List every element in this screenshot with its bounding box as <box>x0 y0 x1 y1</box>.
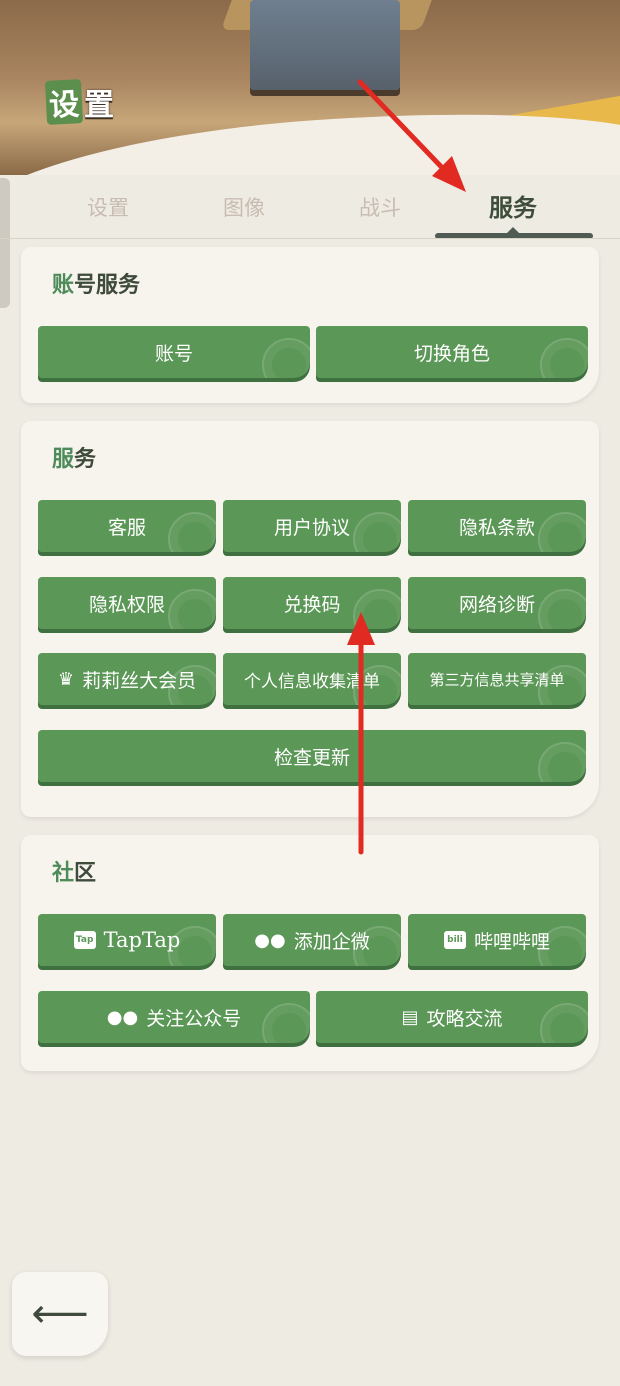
tab-divider <box>0 238 620 239</box>
wechat-icon: ●● <box>254 929 286 951</box>
back-button[interactable]: ⟵ <box>12 1272 108 1356</box>
tab-graphics[interactable]: 图像 <box>176 185 312 233</box>
crown-icon: ♛ <box>57 668 75 690</box>
switch-character-label: 切换角色 <box>413 342 490 365</box>
account-button-label: 账号 <box>154 342 193 365</box>
page-title-badge: 设 <box>44 79 84 125</box>
page-title-rest: 置 <box>84 88 114 123</box>
bilibili-button[interactable]: bili 哔哩哔哩 <box>408 914 586 966</box>
back-arrow-icon: ⟵ <box>31 1291 89 1337</box>
account-button[interactable]: 账号 <box>38 326 310 378</box>
privacy-terms-button[interactable]: 隐私条款 <box>408 500 586 552</box>
follow-official-account-button[interactable]: ●● 关注公众号 <box>38 991 310 1043</box>
check-update-label: 检查更新 <box>273 746 350 769</box>
add-wecom-button[interactable]: ●● 添加企微 <box>223 914 401 966</box>
tab-settings[interactable]: 设置 <box>40 185 176 233</box>
network-diagnosis-label: 网络诊断 <box>458 593 535 616</box>
wechat-icon: ●● <box>106 1006 139 1028</box>
privacy-terms-label: 隐私条款 <box>458 516 535 539</box>
redeem-code-label: 兑换码 <box>283 593 341 616</box>
customer-service-button[interactable]: 客服 <box>38 500 216 552</box>
community-card: 社区 Tap TapTap ●● 添加企微 bili 哔哩哔哩 ●● 关注公众号… <box>21 835 599 1071</box>
taptap-icon: Tap <box>73 931 96 949</box>
document-icon: ▤ <box>401 1006 419 1028</box>
tab-battle[interactable]: 战斗 <box>312 185 448 233</box>
bilibili-icon: bili <box>443 931 466 949</box>
account-service-card: 账号服务 账号 切换角色 <box>21 247 599 403</box>
scrollbar-thumb[interactable] <box>0 178 10 308</box>
personal-info-list-button[interactable]: 个人信息收集清单 <box>223 653 401 705</box>
customer-service-label: 客服 <box>107 516 146 539</box>
lilith-vip-button[interactable]: ♛ 莉莉丝大会员 <box>38 653 216 705</box>
network-diagnosis-button[interactable]: 网络诊断 <box>408 577 586 629</box>
user-agreement-label: 用户协议 <box>273 516 350 539</box>
section-title-service: 服务 <box>52 447 97 472</box>
page-title: 设 置 <box>38 79 122 125</box>
section-title-account: 账号服务 <box>52 273 141 298</box>
switch-character-button[interactable]: 切换角色 <box>316 326 588 378</box>
privacy-permissions-label: 隐私权限 <box>88 593 165 616</box>
guide-exchange-label: 攻略交流 <box>426 1007 503 1030</box>
guide-exchange-button[interactable]: ▤ 攻略交流 <box>316 991 588 1043</box>
third-party-share-list-button[interactable]: 第三方信息共享清单 <box>408 653 586 705</box>
privacy-permissions-button[interactable]: 隐私权限 <box>38 577 216 629</box>
section-title-community: 社区 <box>52 861 97 886</box>
user-agreement-button[interactable]: 用户协议 <box>223 500 401 552</box>
taptap-button[interactable]: Tap TapTap <box>38 914 216 966</box>
redeem-code-button[interactable]: 兑换码 <box>223 577 401 629</box>
tab-service[interactable]: 服务 <box>445 185 581 233</box>
service-card: 服务 客服 用户协议 隐私条款 隐私权限 兑换码 网络诊断 ♛ 莉莉丝大会员 个… <box>21 421 599 817</box>
follow-official-account-label: 关注公众号 <box>146 1007 242 1030</box>
banner-house <box>250 0 400 90</box>
check-update-button[interactable]: 检查更新 <box>38 730 586 782</box>
